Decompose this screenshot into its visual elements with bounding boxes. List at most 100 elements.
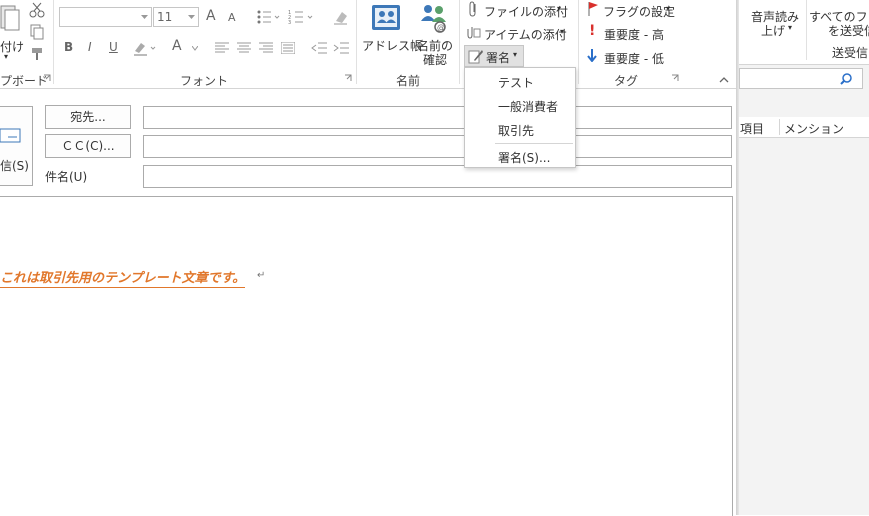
attach-item-button[interactable]: アイテムの添付 ▾ — [466, 23, 572, 43]
exclamation-icon: ! — [589, 23, 596, 39]
column-mention[interactable]: メンション — [784, 120, 844, 137]
chevron-down-icon: ▾ — [666, 4, 671, 13]
cc-input[interactable] — [143, 135, 732, 158]
dialog-launcher-icon[interactable] — [344, 74, 352, 82]
highlight-icon[interactable] — [133, 40, 157, 56]
search-input[interactable] — [739, 68, 863, 89]
signature-button[interactable]: 署名 ▾ — [464, 45, 524, 67]
cc-button[interactable]: ＣＣ(C)... — [45, 134, 131, 158]
paste-button[interactable]: 付け ▾ — [0, 0, 26, 64]
signature-menu: テスト 一般消費者 取引先 署名(S)... — [464, 67, 576, 168]
chevron-down-icon: ▾ — [788, 23, 793, 32]
column-item[interactable]: 項目 — [740, 120, 764, 137]
message-list-header: 項目 メンション — [739, 117, 869, 138]
collapse-ribbon-icon[interactable] — [719, 76, 729, 83]
underline-button[interactable]: U — [109, 40, 118, 54]
to-input[interactable] — [143, 106, 732, 129]
check-names-label-2: 確認 — [423, 53, 448, 67]
body-template-text: これは取引先用のテンプレート文章です。 — [0, 267, 246, 288]
menu-item-signature[interactable]: テスト — [498, 74, 534, 91]
dialog-launcher-icon[interactable] — [43, 74, 51, 82]
align-center-icon[interactable] — [237, 42, 251, 54]
grow-font-button[interactable]: A — [206, 8, 216, 24]
font-size-value: 11 — [157, 10, 173, 24]
names-group-label: 名前 — [396, 74, 421, 88]
signature-icon — [468, 50, 483, 64]
copy-icon[interactable] — [29, 24, 45, 40]
italic-button[interactable]: I — [88, 40, 92, 54]
read-aloud-label-2: 上げ — [761, 24, 786, 38]
chevron-down-icon: ▾ — [557, 4, 562, 13]
paste-icon — [0, 5, 20, 31]
bold-button[interactable]: B — [64, 40, 73, 54]
menu-item-signature[interactable]: 取引先 — [498, 122, 534, 139]
main-window-pane: 音声読み 上げ ▾ すべてのフォル を送受信 送受信 項目 メンション — [739, 0, 869, 515]
group-separator — [356, 0, 357, 84]
align-right-icon[interactable] — [259, 42, 273, 54]
attach-file-label: ファイルの添付 — [484, 5, 569, 19]
check-names-icon: @ — [421, 5, 446, 33]
follow-up-label: フラグの設定 — [603, 5, 676, 19]
signature-label: 署名 — [486, 51, 511, 65]
chevron-down-icon[interactable] — [192, 46, 198, 51]
chevron-down-icon: ▾ — [560, 27, 565, 36]
flag-icon — [588, 2, 598, 16]
subject-input[interactable] — [143, 165, 732, 188]
font-group-label: フォント — [180, 74, 229, 88]
send-all-label-2: を送受信 — [828, 24, 869, 38]
ribbon: 付け ▾ プボード 11 A A 123 B I U A フォント アドレス帳 … — [0, 0, 739, 89]
font-color-button[interactable]: A — [172, 38, 182, 54]
font-size-combo[interactable]: 11 — [153, 7, 199, 27]
address-book-label: アドレス帳 — [362, 39, 423, 53]
high-importance-button[interactable]: ! 重要度 - 高 — [586, 23, 676, 43]
format-painter-icon[interactable] — [29, 46, 45, 62]
bullets-icon[interactable] — [256, 9, 280, 25]
chevron-down-icon: ▾ — [513, 50, 518, 59]
cut-icon[interactable] — [29, 2, 45, 18]
menu-item-signatures-settings[interactable]: 署名(S)... — [498, 149, 550, 166]
attach-file-button[interactable]: ファイルの添付 ▾ — [466, 0, 572, 20]
tags-group-label: タグ — [614, 74, 639, 88]
chevron-down-icon — [188, 15, 195, 19]
low-importance-button[interactable]: 重要度 - 低 — [586, 46, 676, 66]
check-names-button[interactable]: @ 名前の 確認 — [414, 0, 454, 67]
chevron-down-icon: ▾ — [4, 52, 9, 61]
attach-item-label: アイテムの添付 — [484, 28, 567, 42]
increase-indent-icon[interactable] — [333, 42, 349, 54]
font-name-combo[interactable] — [59, 7, 152, 27]
main-ribbon: 音声読み 上げ ▾ すべてのフォル を送受信 送受信 — [739, 0, 869, 65]
group-separator — [459, 0, 460, 84]
dialog-launcher-icon[interactable] — [671, 74, 679, 82]
group-separator — [578, 0, 579, 84]
clipboard-group-label: プボード — [0, 74, 49, 88]
chevron-down-icon — [141, 15, 148, 19]
justify-icon[interactable] — [281, 42, 295, 54]
attach-item-icon — [467, 27, 481, 39]
numbering-icon[interactable]: 123 — [288, 9, 314, 25]
follow-up-button[interactable]: フラグの設定 ▾ — [586, 0, 678, 20]
send-button[interactable]: 信(S) — [0, 106, 33, 186]
clear-formatting-icon[interactable] — [333, 9, 349, 25]
paperclip-icon — [469, 1, 476, 17]
subject-label: 件名(U) — [45, 170, 88, 184]
address-book-button[interactable]: アドレス帳 — [360, 0, 422, 60]
shrink-font-button[interactable]: A — [228, 11, 236, 24]
to-button[interactable]: 宛先... — [45, 105, 131, 129]
send-label: 信(S) — [0, 159, 29, 173]
send-all-button[interactable]: すべてのフォル を送受信 — [809, 8, 869, 38]
read-aloud-button[interactable]: 音声読み 上げ ▾ — [751, 8, 805, 38]
low-importance-label: 重要度 - 低 — [604, 52, 664, 66]
group-separator — [53, 0, 54, 84]
decrease-indent-icon[interactable] — [311, 42, 327, 54]
align-left-icon[interactable] — [215, 42, 229, 54]
svg-text:3: 3 — [288, 20, 291, 25]
arrow-down-icon — [587, 49, 597, 62]
address-book-icon — [372, 5, 400, 30]
message-body[interactable] — [0, 196, 733, 516]
search-icon — [840, 73, 852, 85]
menu-separator — [495, 143, 573, 144]
ribbon-separator — [806, 0, 807, 60]
svg-text:@: @ — [437, 23, 445, 32]
send-receive-group-label: 送受信 — [832, 46, 869, 60]
menu-item-signature[interactable]: 一般消費者 — [498, 98, 558, 115]
